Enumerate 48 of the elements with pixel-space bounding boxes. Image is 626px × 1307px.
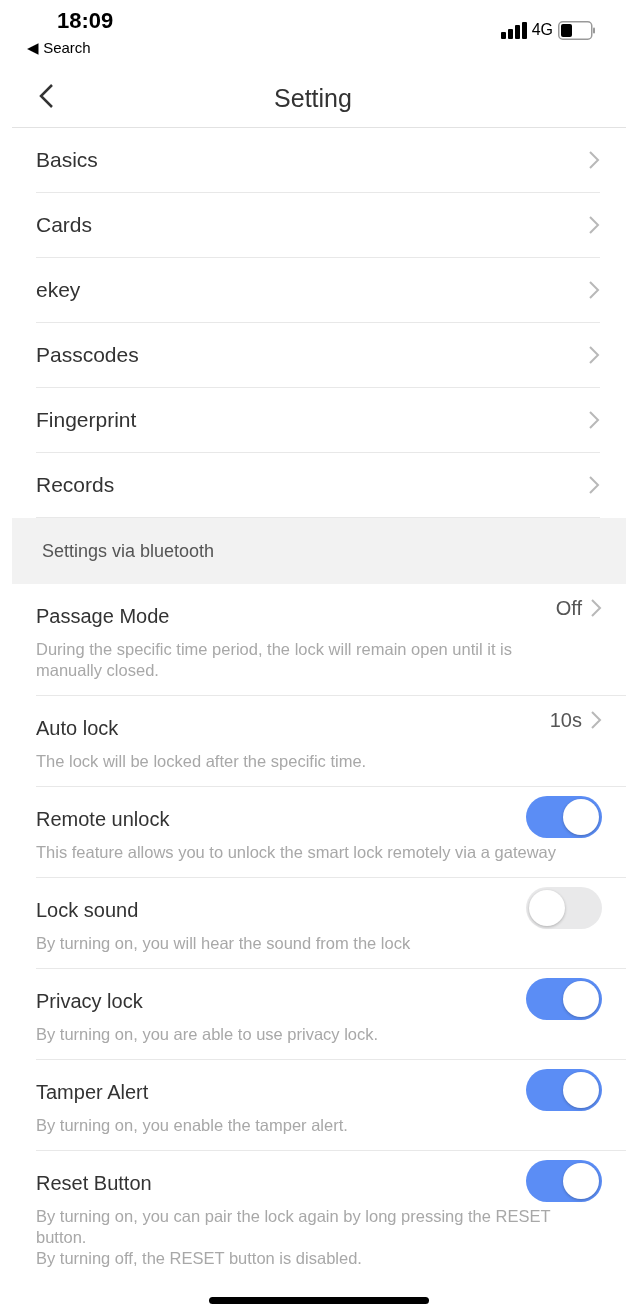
menu-label: Records [36,472,115,499]
setting-title: Auto lock [36,716,119,741]
setting-title: Passage Mode [36,604,170,629]
menu-item[interactable]: Passcodes [36,323,600,388]
toggle-switch[interactable] [526,1160,602,1202]
chevron-icon [588,410,600,430]
chevron-icon [588,475,600,495]
chevron-icon [588,215,600,235]
chevron-icon [588,150,600,170]
chevron-icon [590,598,602,618]
menu-label: ekey [36,277,81,304]
setting-value[interactable]: Off [555,593,582,623]
menu-label: Basics [36,147,98,174]
setting-description: By turning on, you will hear the sound from the lock [36,933,412,954]
setting-description: By turning on, you can pair the lock again by long pressing the RESET button. By turning off, the RESET button is disabled. [36,1206,552,1269]
menu-label: Passcodes [36,342,139,369]
chevron-icon [588,280,600,300]
section-header: Settings via bluetooth [42,539,215,563]
setting-title: Privacy lock [36,989,143,1014]
menu-item[interactable]: Cards [36,193,600,258]
page-title: Setting [273,83,353,114]
toggle-switch[interactable] [526,978,602,1020]
setting-title: Remote unlock [36,807,170,832]
toggle-switch[interactable] [526,887,602,929]
chevron-icon [590,710,602,730]
setting-description: By turning on, you enable the tamper alert. [36,1115,349,1136]
setting-description: By turning on, you are able to use privacy lock. [36,1024,380,1045]
signal-icon [500,21,527,39]
toggle-switch[interactable] [526,796,602,838]
setting-value[interactable]: 10s [549,705,582,735]
menu-item[interactable]: Basics [36,128,600,193]
toggle-switch[interactable] [526,1069,602,1111]
back-button[interactable] [38,83,54,109]
setting-description: During the specific time period, the lock will remain open until it is manually closed. [36,639,513,681]
menu-label: Fingerprint [36,407,137,434]
battery-icon [558,20,596,40]
chevron-icon [588,345,600,365]
back-to-app-link[interactable]: ◀ Search [27,37,91,60]
setting-description: The lock will be locked after the specific time. [36,751,368,772]
menu-label: Cards [36,212,93,239]
setting-title: Tamper Alert [36,1080,149,1105]
network-label: 4G [531,20,553,40]
menu-item[interactable]: Fingerprint [36,388,600,453]
menu-item[interactable]: ekey [36,258,600,323]
setting-description: This feature allows you to unlock the smart lock remotely via a gateway [36,842,557,863]
setting-title: Reset Button [36,1171,152,1196]
status-time: 18:09 [57,7,114,35]
setting-title: Lock sound [36,898,139,923]
